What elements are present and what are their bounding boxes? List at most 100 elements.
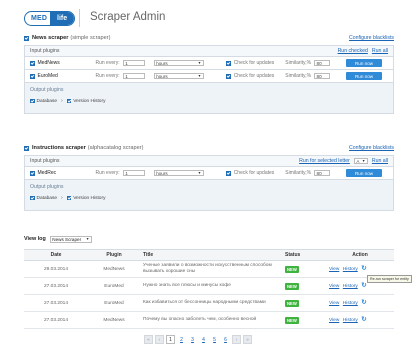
check-updates-checkbox[interactable] (225, 73, 231, 79)
row-status: NEW (282, 311, 326, 329)
interval-input[interactable]: 1 (122, 72, 145, 80)
check-updates-checkbox[interactable] (225, 60, 231, 66)
version-history-checkbox[interactable] (66, 98, 72, 104)
log-table: Date Plugin Title Status Action 29.03.20… (24, 249, 394, 329)
col-action: Action (326, 249, 394, 261)
first-page-button[interactable]: « (144, 335, 153, 344)
view-link[interactable]: View (329, 301, 339, 306)
plugin-checkbox[interactable] (30, 73, 35, 79)
chevron-down-icon: ▼ (197, 74, 202, 78)
plugin-checkbox[interactable] (30, 170, 35, 176)
view-link[interactable]: View (329, 318, 339, 323)
output-plugins-section: Output plugins Database › Version Histor… (25, 180, 393, 210)
check-updates-checkbox[interactable] (225, 170, 231, 176)
output-plugins-label: Output plugins (30, 184, 64, 190)
row-actions: View History ↻ (326, 294, 394, 312)
prev-page-button[interactable]: ‹ (155, 335, 164, 344)
database-label: Database (36, 195, 58, 201)
refresh-icon[interactable]: ↻ (361, 282, 366, 290)
row-title: Как избавиться от бессонницы народными с… (140, 294, 282, 312)
rerun-tooltip: Re-run scraper for entity (367, 275, 412, 283)
version-history-checkbox[interactable] (66, 195, 72, 201)
similarity-label: Similarity,% (285, 170, 312, 176)
run-now-button[interactable]: Run now (346, 72, 383, 80)
chevron-down-icon: ▼ (197, 61, 202, 65)
row-status: NEW (282, 294, 326, 312)
input-plugins-label: Input plugins (30, 48, 60, 54)
plugin-checkbox[interactable] (30, 60, 35, 66)
log-table-header: Date Plugin Title Status Action (24, 249, 394, 261)
refresh-icon[interactable]: ↻ (361, 316, 366, 324)
row-actions: View History ↻ (326, 311, 394, 329)
input-plugins-header: Input plugins Run checked Run all (25, 46, 393, 57)
run-all-link[interactable]: Run all (372, 158, 388, 164)
interval-unit-select[interactable]: hours ▼ (153, 169, 204, 177)
row-date: 27.03.2014 (24, 277, 88, 295)
instructions-scraper-panel: Instructions scraper (alphacatalog scrape… (24, 143, 394, 211)
run-now-button[interactable]: Run now (346, 59, 383, 67)
similarity-input[interactable]: 80 (314, 169, 331, 177)
configure-blacklists-link[interactable]: Configure blacklists (349, 145, 394, 151)
page-link-current[interactable]: 1 (166, 335, 175, 344)
view-link[interactable]: View (329, 267, 339, 272)
next-page-button[interactable]: › (232, 335, 241, 344)
configure-blacklists-link[interactable]: Configure blacklists (349, 35, 394, 41)
instructions-scraper-box: Input plugins Run for selected letter A ▼… (24, 155, 394, 211)
interval-input[interactable]: 1 (122, 169, 145, 177)
refresh-icon[interactable]: ↻ (361, 299, 366, 307)
chevron-down-icon: ▼ (197, 171, 202, 175)
title-divider (79, 9, 80, 27)
chevron-down-icon: ▼ (85, 237, 90, 242)
view-log-select[interactable]: News Scraper ▼ (49, 236, 92, 243)
col-plugin: Plugin (88, 249, 140, 261)
similarity-input[interactable]: 80 (314, 59, 331, 67)
refresh-icon[interactable]: ↻ (361, 265, 366, 273)
interval-unit-select[interactable]: hours ▼ (153, 72, 204, 80)
plugin-row-euromed: EuroMed Run every: 1 hours ▼ Check for up… (25, 70, 393, 83)
plugin-name: MedRec (37, 170, 57, 176)
medlife-logo[interactable]: MED life (24, 11, 75, 26)
interval-unit-select[interactable]: hours ▼ (153, 59, 204, 67)
history-link[interactable]: History (343, 318, 358, 323)
page-link[interactable]: 2 (177, 335, 186, 344)
view-link[interactable]: View (329, 284, 339, 289)
letter-select[interactable]: A ▼ (353, 157, 368, 165)
run-all-link[interactable]: Run all (372, 48, 388, 54)
row-title: Ученые заявили о возможности искусственн… (140, 260, 282, 278)
check-updates-label: Check for updates (233, 73, 275, 79)
history-link[interactable]: History (343, 284, 358, 289)
run-every-label: Run every: (95, 170, 120, 176)
history-link[interactable]: History (343, 267, 358, 272)
database-label: Database (36, 98, 58, 104)
chevron-down-icon: ▼ (361, 159, 366, 163)
interval-input[interactable]: 1 (122, 59, 145, 67)
version-history-label: Version History (73, 98, 106, 104)
last-page-button[interactable]: » (243, 335, 252, 344)
news-scraper-title: News scraper (simple scraper) (32, 35, 111, 41)
status-badge: NEW (285, 282, 299, 290)
run-now-button[interactable]: Run now (346, 169, 383, 177)
database-checkbox[interactable] (30, 195, 35, 201)
row-title: Почему вы опасно заболеть чем, особенно … (140, 311, 282, 329)
table-row: 27.03.2014 MedNews Почему вы опасно забо… (24, 311, 394, 329)
similarity-label: Similarity,% (285, 73, 312, 79)
instructions-scraper-title: Instructions scraper (alphacatalog scrape… (32, 145, 144, 151)
instructions-scraper-checkbox[interactable] (24, 145, 29, 151)
page-link[interactable]: 4 (199, 335, 208, 344)
output-plugins-section: Output plugins Database › Version Histor… (25, 83, 393, 113)
view-log-label: View log (24, 236, 46, 243)
history-link[interactable]: History (343, 301, 358, 306)
plugin-name: EuroMed (37, 73, 58, 79)
output-plugins-label: Output plugins (30, 87, 64, 93)
page-link[interactable]: 3 (188, 335, 197, 344)
run-checked-link[interactable]: Run checked (338, 48, 368, 54)
database-checkbox[interactable] (30, 98, 35, 104)
news-scraper-checkbox[interactable] (24, 35, 29, 41)
col-status: Status (282, 249, 326, 261)
similarity-input[interactable]: 80 (314, 72, 331, 80)
page-link[interactable]: 6 (221, 335, 230, 344)
table-row: 27.03.2014 EuroMed Как избавиться от бес… (24, 294, 394, 312)
run-selected-letter-link[interactable]: Run for selected letter (299, 158, 350, 164)
page-link[interactable]: 5 (210, 335, 219, 344)
similarity-label: Similarity,% (285, 60, 312, 66)
